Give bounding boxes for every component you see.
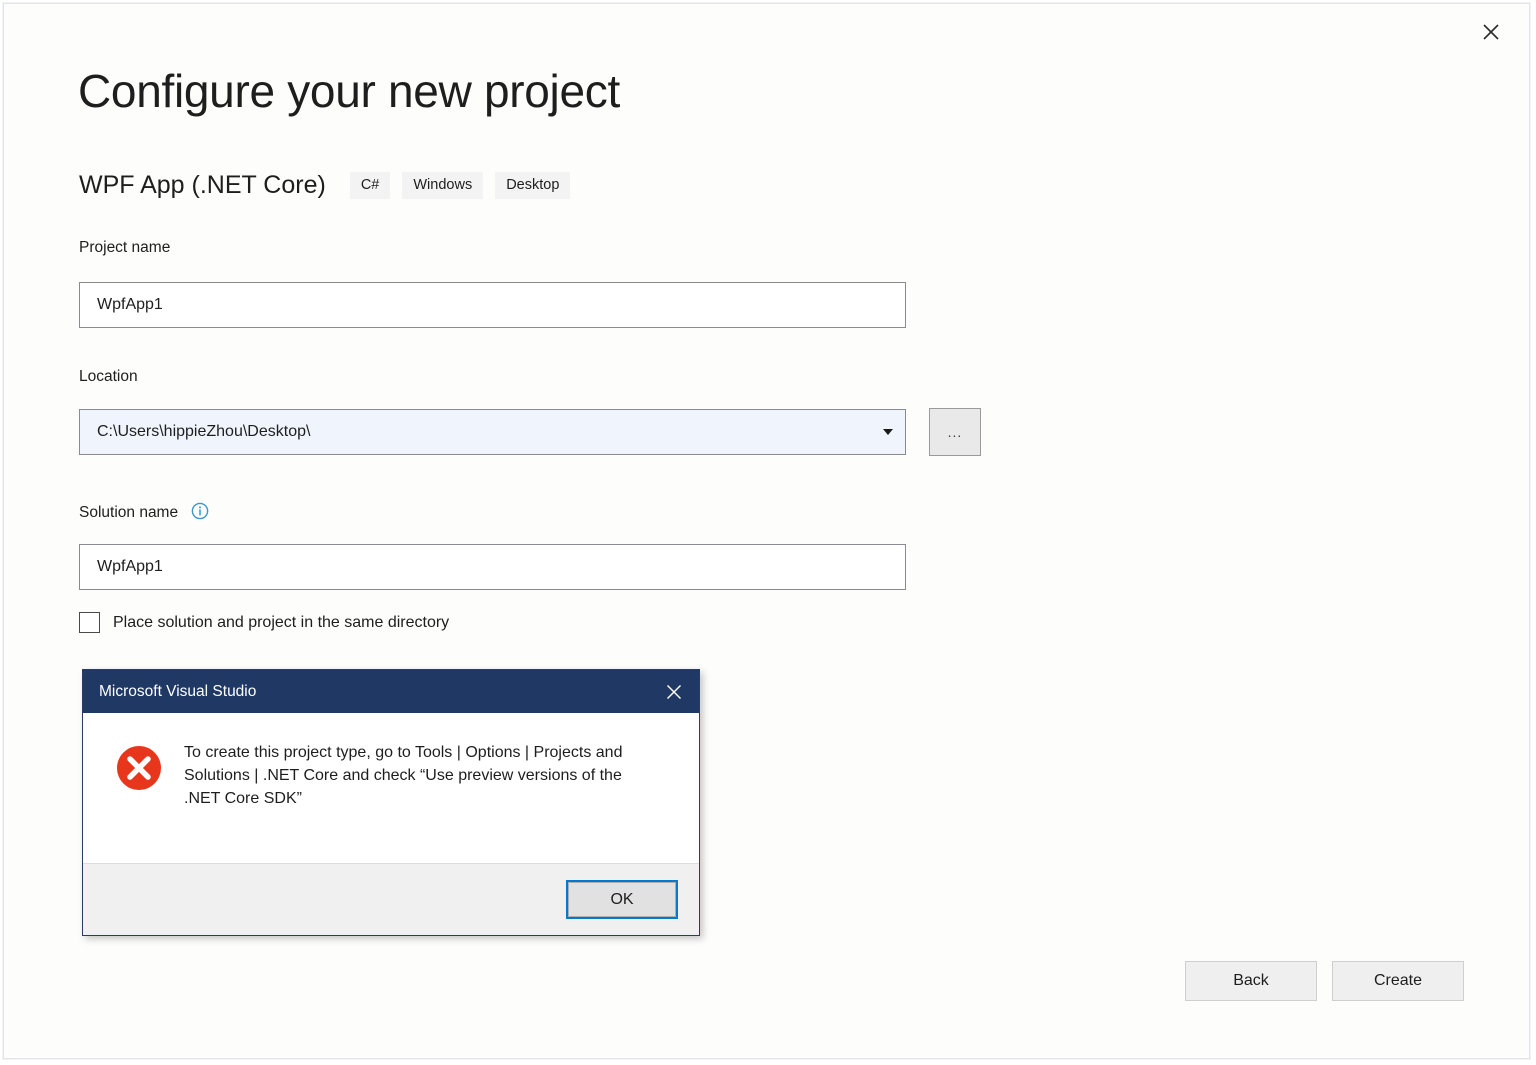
template-summary: WPF App (.NET Core) C# Windows Desktop xyxy=(79,171,582,200)
create-button[interactable]: Create xyxy=(1332,961,1464,1001)
error-dialog: Microsoft Visual Studio To create this p… xyxy=(82,669,700,936)
project-name-label: Project name xyxy=(79,239,170,257)
tag-platform: Windows xyxy=(402,172,483,200)
solution-name-value: WpfApp1 xyxy=(97,558,163,576)
chevron-down-icon[interactable] xyxy=(871,410,905,454)
close-icon xyxy=(665,683,683,701)
info-icon[interactable] xyxy=(191,502,209,520)
back-button[interactable]: Back xyxy=(1185,961,1317,1001)
dialog-close-button[interactable] xyxy=(649,670,699,713)
solution-name-input[interactable]: WpfApp1 xyxy=(79,544,906,590)
location-combobox[interactable]: C:\Users\hippieZhou\Desktop\ xyxy=(79,409,906,455)
location-value: C:\Users\hippieZhou\Desktop\ xyxy=(97,423,310,441)
window-close-button[interactable] xyxy=(1471,14,1511,50)
template-name: WPF App (.NET Core) xyxy=(79,171,326,200)
solution-name-label: Solution name xyxy=(79,502,209,522)
dialog-title: Microsoft Visual Studio xyxy=(99,683,256,701)
tag-language: C# xyxy=(350,172,391,200)
dialog-message: To create this project type, go to Tools… xyxy=(184,741,659,863)
same-directory-checkbox[interactable] xyxy=(79,612,100,633)
solution-name-label-text: Solution name xyxy=(79,504,178,521)
dialog-footer: OK xyxy=(83,863,699,935)
browse-location-button[interactable]: ... xyxy=(929,408,981,456)
same-directory-label: Place solution and project in the same d… xyxy=(113,614,449,632)
dialog-titlebar: Microsoft Visual Studio xyxy=(83,670,699,713)
tag-project-type: Desktop xyxy=(495,172,570,200)
configure-project-window: Configure your new project WPF App (.NET… xyxy=(3,3,1530,1059)
close-icon xyxy=(1481,22,1501,42)
project-name-value: WpfApp1 xyxy=(97,296,163,314)
dialog-body: To create this project type, go to Tools… xyxy=(83,713,699,863)
ok-button[interactable]: OK xyxy=(568,882,676,917)
location-label: Location xyxy=(79,368,138,386)
same-directory-checkbox-row[interactable]: Place solution and project in the same d… xyxy=(79,612,449,633)
page-title: Configure your new project xyxy=(78,64,620,118)
project-name-input[interactable]: WpfApp1 xyxy=(79,282,906,328)
error-icon xyxy=(116,745,162,863)
